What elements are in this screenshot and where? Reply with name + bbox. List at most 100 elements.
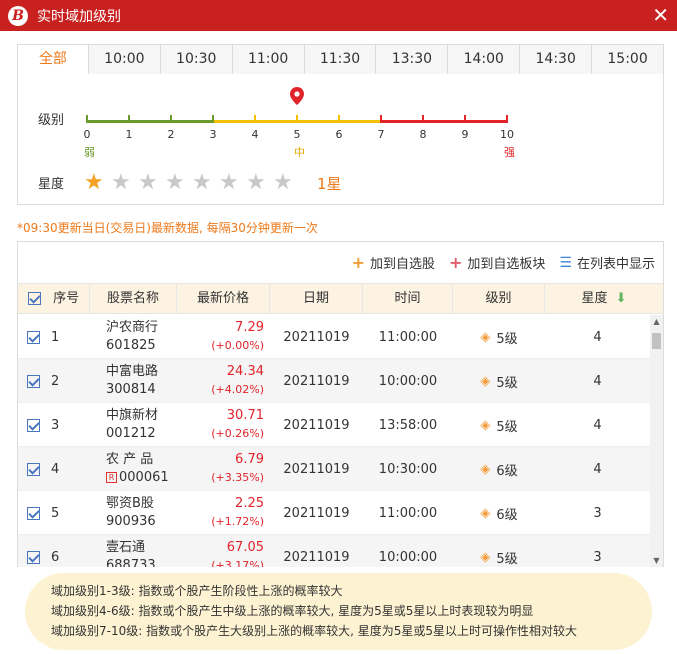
- date-cell: 20211019: [283, 505, 350, 521]
- stock-code-wrap: R 000061: [106, 469, 169, 487]
- stock-name: 鄂资B股: [106, 496, 154, 511]
- level-tick-label: 0: [83, 128, 91, 141]
- price-change: (+3.35%): [211, 471, 264, 484]
- header-name[interactable]: 股票名称: [90, 284, 177, 313]
- scroll-thumb[interactable]: [652, 333, 661, 349]
- row-checkbox[interactable]: [27, 374, 40, 388]
- header-star[interactable]: 星度 ⬇: [545, 284, 663, 313]
- row-index: 1: [51, 329, 60, 345]
- scroll-up-icon[interactable]: ▲: [650, 317, 663, 326]
- stock-name-cell: 中富电路 300814: [90, 359, 177, 403]
- stock-code: 300814: [106, 382, 156, 397]
- stock-code-wrap: 001212: [106, 425, 156, 443]
- row-checkbox[interactable]: [27, 462, 40, 476]
- info-box: 域加级别1-3级: 指数或个股产生阶段性上涨的概率较大 域加级别4-6级: 指数…: [25, 573, 652, 650]
- level-tick: [380, 115, 382, 123]
- add-block-label: 加到自选板块: [467, 257, 546, 272]
- level-tick-label: 7: [377, 128, 385, 141]
- plus-icon: +: [449, 253, 463, 272]
- plus-icon: +: [351, 253, 365, 272]
- add-block-button[interactable]: + 加到自选板块: [449, 253, 545, 272]
- level-value: 5级: [496, 551, 518, 567]
- time-tabs: 全部 10:00 10:30 11:00 11:30 13:30 14:00 1…: [18, 45, 664, 74]
- header-price[interactable]: 最新价格: [177, 284, 270, 313]
- table-header: 序号 股票名称 最新价格 日期 时间 级别 星度 ⬇: [18, 283, 663, 314]
- row-checkbox[interactable]: [27, 506, 40, 520]
- close-icon[interactable]: ✕: [652, 3, 669, 27]
- row-index-cell: 1: [18, 315, 90, 359]
- add-stock-button[interactable]: + 加到自选股: [352, 253, 435, 272]
- select-all-checkbox[interactable]: [27, 292, 41, 305]
- star-label: 星度: [38, 177, 65, 192]
- row-checkbox[interactable]: [27, 418, 40, 432]
- tab-1330[interactable]: 13:30: [375, 45, 448, 74]
- tab-1400[interactable]: 14:00: [447, 45, 520, 74]
- tab-1500[interactable]: 15:00: [591, 45, 664, 74]
- tab-all[interactable]: 全部: [18, 45, 88, 74]
- time-cell: 10:00:00: [378, 549, 438, 565]
- header-time[interactable]: 时间: [363, 284, 453, 313]
- scroll-down-icon[interactable]: ▼: [650, 556, 663, 565]
- show-list-label: 在列表中显示: [576, 257, 655, 272]
- date-cell: 20211019: [283, 549, 350, 565]
- level-tick: [86, 115, 88, 123]
- tab-1430[interactable]: 14:30: [519, 45, 592, 74]
- toolbar: + 加到自选股 + 加到自选板块 ☰ 在列表中显示: [352, 253, 655, 272]
- level-cell: ◈ 6级: [453, 447, 545, 491]
- star-cell: 3: [593, 505, 602, 521]
- level-value: 6级: [496, 463, 518, 479]
- update-note: *09:30更新当日(交易日)最新数据, 每隔30分钟更新一次: [17, 221, 318, 235]
- stock-code: 900936: [106, 514, 156, 529]
- level-tick-label: 10: [500, 128, 514, 141]
- stock-name-cell: 农 产 品 R 000061: [90, 447, 177, 491]
- star-cell: 4: [593, 373, 602, 389]
- show-list-button[interactable]: ☰ 在列表中显示: [559, 253, 655, 273]
- price-cell: 6.79 (+3.35%): [177, 447, 270, 491]
- time-cell: 10:00:00: [378, 373, 438, 389]
- level-tick: [170, 115, 172, 123]
- level-tick: [464, 115, 466, 123]
- star-cell: 4: [593, 417, 602, 433]
- level-tick-label: 8: [419, 128, 427, 141]
- diamond-icon: ◈: [480, 417, 491, 433]
- stock-name: 农 产 品: [106, 452, 154, 467]
- row-index: 6: [51, 549, 60, 565]
- mid-label: 中: [294, 146, 305, 159]
- table-row[interactable]: 1 沪农商行 601825 7.29 (+0.00%) 20211019 11:…: [18, 315, 650, 359]
- row-checkbox[interactable]: [27, 550, 40, 564]
- tab-1100[interactable]: 11:00: [231, 45, 304, 74]
- level-tick-label: 2: [167, 128, 175, 141]
- table-row[interactable]: 6 壹石通 688733 67.05 (+3.17%) 20211019 10:…: [18, 535, 650, 567]
- level-scale-segment: [380, 120, 508, 123]
- weak-label: 弱: [84, 146, 95, 159]
- level-tick-label: 6: [335, 128, 343, 141]
- table-row[interactable]: 5 鄂资B股 900936 2.25 (+1.72%) 20211019 11:…: [18, 491, 650, 535]
- tab-1130[interactable]: 11:30: [303, 45, 376, 74]
- level-tick-label: 1: [125, 128, 133, 141]
- level-cell: ◈ 5级: [453, 359, 545, 403]
- stock-name-cell: 中旗新材 001212: [90, 403, 177, 447]
- stock-name: 沪农商行: [106, 320, 159, 335]
- tab-1000[interactable]: 10:00: [87, 45, 160, 74]
- table-row[interactable]: 4 农 产 品 R 000061 6.79 (+3.35%) 20211019 1…: [18, 447, 650, 491]
- stock-name-cell: 鄂资B股 900936: [90, 491, 177, 535]
- star-icon: ★: [165, 170, 185, 195]
- level-scale-segment: [86, 120, 214, 123]
- row-checkbox[interactable]: [27, 330, 40, 344]
- tab-1030[interactable]: 10:30: [159, 45, 232, 74]
- header-date[interactable]: 日期: [270, 284, 363, 313]
- diamond-icon: ◈: [480, 549, 491, 565]
- level-tick: [254, 115, 256, 123]
- price: 30.71: [226, 408, 264, 423]
- app-logo-icon: B: [8, 5, 28, 26]
- level-tick: [296, 115, 298, 123]
- stock-name: 壹石通: [106, 540, 146, 555]
- price: 2.25: [235, 496, 264, 511]
- list-icon: ☰: [559, 254, 572, 271]
- row-index: 2: [51, 373, 60, 389]
- table-row[interactable]: 3 中旗新材 001212 30.71 (+0.26%) 20211019 13…: [18, 403, 650, 447]
- table-row[interactable]: 2 中富电路 300814 24.34 (+4.02%) 20211019 10…: [18, 359, 650, 403]
- header-level[interactable]: 级别: [453, 284, 545, 313]
- table-scrollbar[interactable]: ▲ ▼: [650, 315, 663, 567]
- diamond-icon: ◈: [480, 461, 491, 477]
